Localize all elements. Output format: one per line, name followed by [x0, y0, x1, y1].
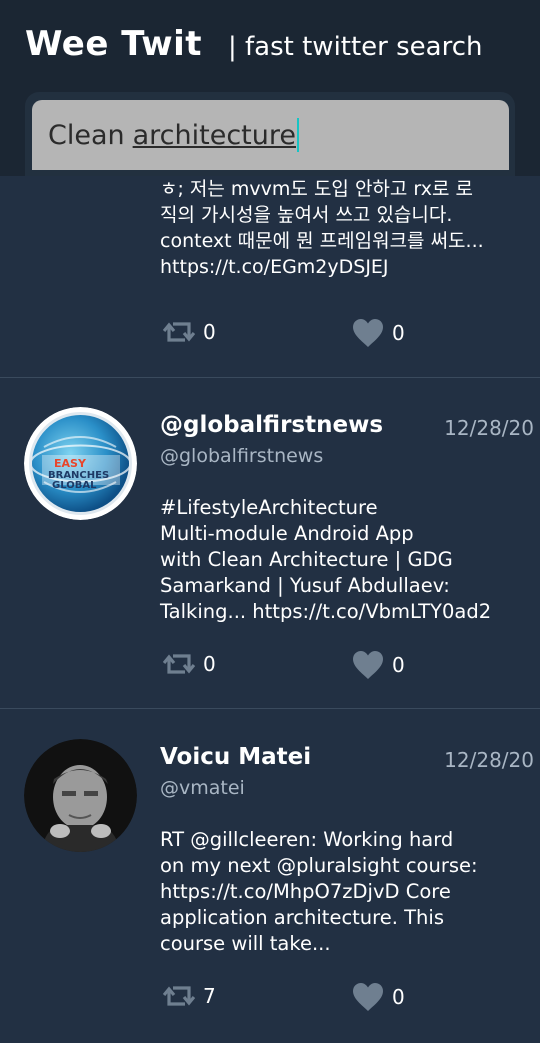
- tweet-author-name[interactable]: @globalfirstnews: [160, 412, 383, 438]
- avatar[interactable]: EASY BRANCHES GLOBAL: [24, 407, 137, 520]
- tweet-author-name[interactable]: Voicu Matei: [160, 744, 311, 770]
- search-input-text: Clean: [48, 119, 125, 151]
- retweet-icon: [163, 650, 195, 678]
- like-count: 0: [392, 321, 405, 345]
- retweet-icon: [163, 982, 195, 1010]
- tweet-text: #LifestyleArchitecture Multi-module Andr…: [160, 496, 492, 623]
- heart-icon: [352, 982, 384, 1012]
- tweet-author-handle[interactable]: @vmatei: [160, 777, 245, 799]
- like-button[interactable]: 0: [352, 318, 405, 348]
- svg-text:EASY: EASY: [54, 457, 87, 470]
- retweet-count: 0: [203, 320, 216, 344]
- app-header: Wee Twit | fast twitter search Clean arc…: [0, 0, 540, 176]
- tweet-item[interactable]: Voicu Matei 12/28/20 @vmatei RT @gillcle…: [0, 709, 540, 1043]
- avatar[interactable]: [24, 739, 137, 852]
- heart-icon: [352, 318, 384, 348]
- tweet-item[interactable]: EASY BRANCHES GLOBAL @globalfirstnews 12…: [0, 377, 540, 709]
- retweet-count: 0: [203, 652, 216, 676]
- retweet-button[interactable]: 0: [163, 318, 216, 346]
- like-button[interactable]: 0: [352, 650, 405, 680]
- like-count: 0: [392, 985, 405, 1009]
- tweet-date: 12/28/20: [444, 748, 534, 772]
- tweet-text: RT @gillcleeren: Working hard on my next…: [160, 828, 478, 955]
- retweet-button[interactable]: 7: [163, 982, 216, 1010]
- app-title: Wee Twit: [25, 24, 203, 64]
- retweet-icon: [163, 318, 195, 346]
- app-subtitle: | fast twitter search: [228, 32, 483, 62]
- tweet-date: 12/28/20: [444, 416, 534, 440]
- like-count: 0: [392, 653, 405, 677]
- heart-icon: [352, 650, 384, 680]
- retweet-button[interactable]: 0: [163, 650, 216, 678]
- text-caret: [297, 118, 299, 152]
- retweet-count: 7: [203, 984, 216, 1008]
- search-input-underlined-text: architecture: [132, 119, 296, 151]
- like-button[interactable]: 0: [352, 982, 405, 1012]
- tweet-text: ㅎ; 저는 mvvm도 도입 안하고 rx로 로 직의 가시성을 높여서 쓰고 …: [160, 178, 484, 278]
- search-input[interactable]: Clean architecture: [32, 100, 509, 170]
- svg-text:GLOBAL: GLOBAL: [52, 480, 97, 491]
- tweet-author-handle[interactable]: @globalfirstnews: [160, 445, 323, 467]
